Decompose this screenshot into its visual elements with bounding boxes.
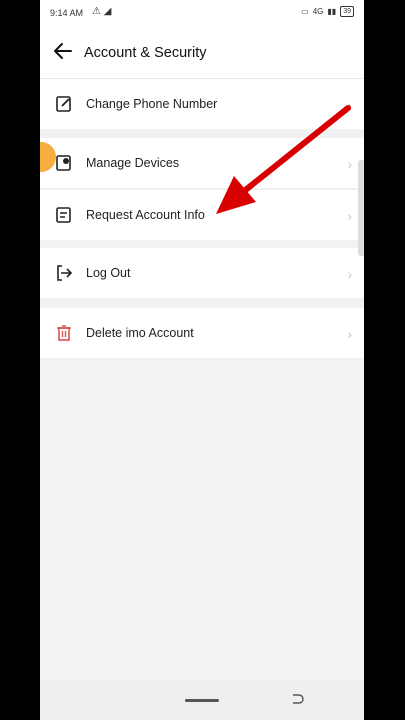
annotation-arrow	[216, 105, 351, 214]
home-pill[interactable]	[185, 699, 219, 702]
nav-back-icon[interactable]	[290, 692, 304, 706]
phone-screen: 9:14 AM ⚠ ◢ ▭ 4G ▮▮ 39 Account & Securit…	[40, 0, 364, 720]
system-nav-bar	[40, 680, 364, 720]
